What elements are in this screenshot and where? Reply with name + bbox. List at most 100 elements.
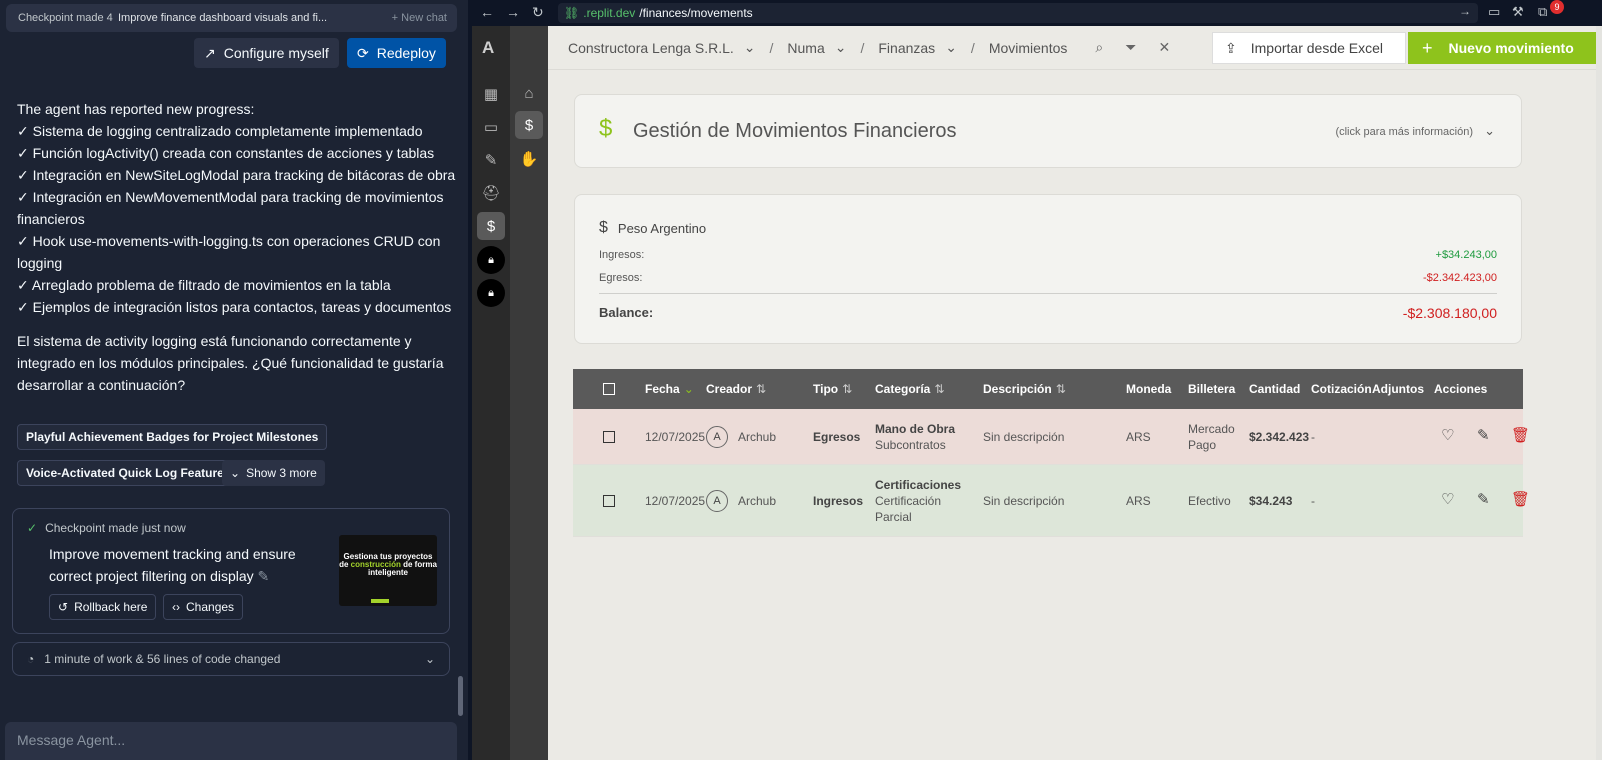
- progress-item: ✓ Hook use-movements-with-logging.ts con…: [17, 233, 441, 271]
- pencil-icon[interactable]: ✎: [1477, 426, 1490, 444]
- changes-button[interactable]: ‹› Changes: [163, 594, 244, 620]
- trash-icon[interactable]: 🗑︎: [1511, 490, 1530, 508]
- currency-summary-card: $ Peso Argentino Ingresos: +$34.243,00 E…: [574, 194, 1522, 344]
- link-icon: ⛓: [564, 6, 580, 20]
- column-header-descripcion[interactable]: Descripción ⇅: [983, 382, 1066, 396]
- forward-arrow-icon[interactable]: →: [506, 4, 520, 20]
- configure-myself-button[interactable]: ↗ Configure myself: [194, 38, 339, 68]
- ingresos-label: Ingresos:: [599, 249, 645, 261]
- browser-toolbar: ← → ↻ ⛓ .replit.dev/finances/movements →…: [472, 0, 1602, 26]
- column-header-tipo[interactable]: Tipo ⇅: [813, 382, 852, 396]
- pencil-icon[interactable]: ✎: [1477, 490, 1490, 508]
- import-excel-button[interactable]: ⇪ Importar desde Excel: [1212, 32, 1406, 64]
- agent-summary: El sistema de activity logging está func…: [17, 333, 444, 393]
- show-more-button[interactable]: ⌄ Show 3 more: [222, 460, 325, 486]
- cell-billetera: Efectivo: [1188, 494, 1231, 508]
- cell-categoria: Mano de Obra: [875, 422, 956, 436]
- deploy-icon: ⟳: [357, 44, 369, 61]
- tools-icon[interactable]: ⚒: [1512, 4, 1524, 20]
- cell-creador: Archub: [738, 430, 777, 444]
- pencil-icon[interactable]: ✎: [258, 568, 270, 584]
- column-header-categoria[interactable]: Categoría ⇅: [875, 382, 944, 396]
- select-all-checkbox[interactable]: [603, 383, 615, 395]
- brush-icon[interactable]: ✎: [477, 146, 505, 174]
- work-summary[interactable]: ◔ 1 minute of work & 56 lines of code ch…: [12, 642, 450, 676]
- cell-subcategoria: Certificación Parcial: [875, 494, 942, 524]
- devices-icon[interactable]: ▭: [1488, 4, 1500, 20]
- filter-icon[interactable]: ⏷: [1125, 39, 1136, 56]
- heart-icon[interactable]: ♡: [1441, 426, 1454, 444]
- breadcrumb-section[interactable]: Finanzas ⌄: [878, 39, 957, 56]
- gauge-icon: ◔: [27, 652, 35, 666]
- building-icon[interactable]: ▦: [477, 80, 505, 108]
- column-header-creador[interactable]: Creador ⇅: [706, 382, 766, 396]
- cell-moneda: ARS: [1126, 430, 1151, 444]
- app-scrollbar[interactable]: [1596, 26, 1602, 760]
- suggestion-chip[interactable]: Playful Achievement Badges for Project M…: [17, 424, 328, 450]
- helmet-icon[interactable]: ⛑: [477, 179, 505, 207]
- currency-name: Peso Argentino: [617, 220, 707, 236]
- chat-scrollbar[interactable]: [458, 676, 463, 716]
- external-link-icon: ↗: [204, 44, 216, 61]
- suggestion-chip[interactable]: Voice-Activated Quick Log Feature: [17, 460, 233, 486]
- chevron-down-icon: ⌄: [424, 652, 435, 666]
- balance-value: -$2.308.180,00: [1402, 305, 1497, 321]
- info-hint: (click para más información): [1335, 126, 1473, 138]
- chevron-down-icon[interactable]: ⌄: [1484, 123, 1495, 139]
- close-icon[interactable]: ✕: [1158, 39, 1170, 56]
- agent-intro: The agent has reported new progress:: [17, 101, 255, 117]
- dollar-icon: $: [599, 219, 608, 236]
- thumbnail-button: [371, 599, 389, 603]
- url-bar[interactable]: ⛓ .replit.dev/finances/movements: [558, 3, 1478, 23]
- column-header-cantidad: Cantidad: [1249, 382, 1301, 396]
- dollar-icon[interactable]: $: [477, 212, 505, 240]
- home-icon[interactable]: ⌂: [515, 79, 543, 107]
- search-icon[interactable]: ⌕: [1095, 39, 1103, 56]
- chat-tabs-bar: Checkpoint made 4 Improve finance dashbo…: [6, 4, 457, 32]
- currency-header: $ Peso Argentino: [599, 219, 706, 237]
- go-arrow-icon[interactable]: →: [1459, 4, 1471, 18]
- app-viewport: A ▦ ▭ ✎ ⛑ $ 🔒︎ 🔒︎ ⌂ $ ✋ Constructora Len…: [472, 26, 1602, 760]
- dollar-icon[interactable]: $: [515, 111, 543, 139]
- chat-tab-checkpoint[interactable]: Checkpoint made 4: [6, 12, 118, 24]
- breadcrumb-company[interactable]: Constructora Lenga S.R.L. ⌄: [568, 39, 756, 56]
- trash-icon[interactable]: 🗑︎: [1511, 426, 1530, 444]
- secondary-sidebar: ⌂ $ ✋: [510, 26, 548, 760]
- row-checkbox[interactable]: [603, 431, 615, 443]
- folder-icon[interactable]: ▭: [477, 113, 505, 141]
- cell-fecha: 12/07/2025: [645, 430, 706, 444]
- cell-creador: Archub: [738, 494, 777, 508]
- notification-badge: 9: [1550, 0, 1564, 14]
- table-row[interactable]: 12/07/2025 A Archub Egresos Mano de Obra…: [573, 409, 1530, 465]
- chat-tab-current[interactable]: Improve finance dashboard visuals and fi…: [118, 12, 382, 24]
- back-arrow-icon[interactable]: ←: [480, 4, 494, 20]
- table-row[interactable]: 12/07/2025 A Archub Ingresos Certificaci…: [573, 465, 1530, 537]
- app-logo[interactable]: A: [482, 38, 494, 58]
- lock-icon[interactable]: 🔒︎: [477, 279, 505, 307]
- new-chat-button[interactable]: + New chat: [382, 12, 457, 24]
- redeploy-button[interactable]: ⟳ Redeploy: [347, 38, 446, 68]
- cell-categoria: Certificaciones: [875, 478, 962, 492]
- row-checkbox[interactable]: [603, 495, 615, 507]
- chevron-down-icon: ⌄: [834, 39, 847, 55]
- open-external-icon[interactable]: ⧉: [1538, 4, 1547, 20]
- checkpoint-thumbnail[interactable]: Gestiona tus proyectos de construcción d…: [339, 535, 437, 606]
- reload-icon[interactable]: ↻: [532, 4, 544, 21]
- progress-item: ✓ Arreglado problema de filtrado de movi…: [17, 277, 391, 293]
- cell-fecha: 12/07/2025: [645, 494, 706, 508]
- agent-message: The agent has reported new progress: ✓ S…: [17, 98, 457, 396]
- info-card[interactable]: $ Gestión de Movimientos Financieros (cl…: [574, 94, 1522, 168]
- ingresos-value: +$34.243,00: [1435, 249, 1497, 261]
- column-header-fecha[interactable]: Fecha ⌄: [645, 382, 694, 396]
- message-agent-input[interactable]: Message Agent...: [5, 722, 457, 760]
- rollback-button[interactable]: ↺ Rollback here: [49, 594, 157, 620]
- breadcrumb-project[interactable]: Numa ⌄: [787, 39, 846, 56]
- table-header: Fecha ⌄ Creador ⇅ Tipo ⇅ Categoría ⇅ Descrip…: [573, 369, 1523, 409]
- progress-item: ✓ Función logActivity() creada con const…: [17, 145, 435, 161]
- hand-coins-icon[interactable]: ✋: [515, 145, 543, 173]
- heart-icon[interactable]: ♡: [1441, 490, 1454, 508]
- divider: [599, 293, 1497, 294]
- chevron-down-icon: ⌄: [743, 39, 756, 55]
- new-movement-button[interactable]: + Nuevo movimiento: [1408, 32, 1602, 64]
- lock-icon[interactable]: 🔒︎: [477, 246, 505, 274]
